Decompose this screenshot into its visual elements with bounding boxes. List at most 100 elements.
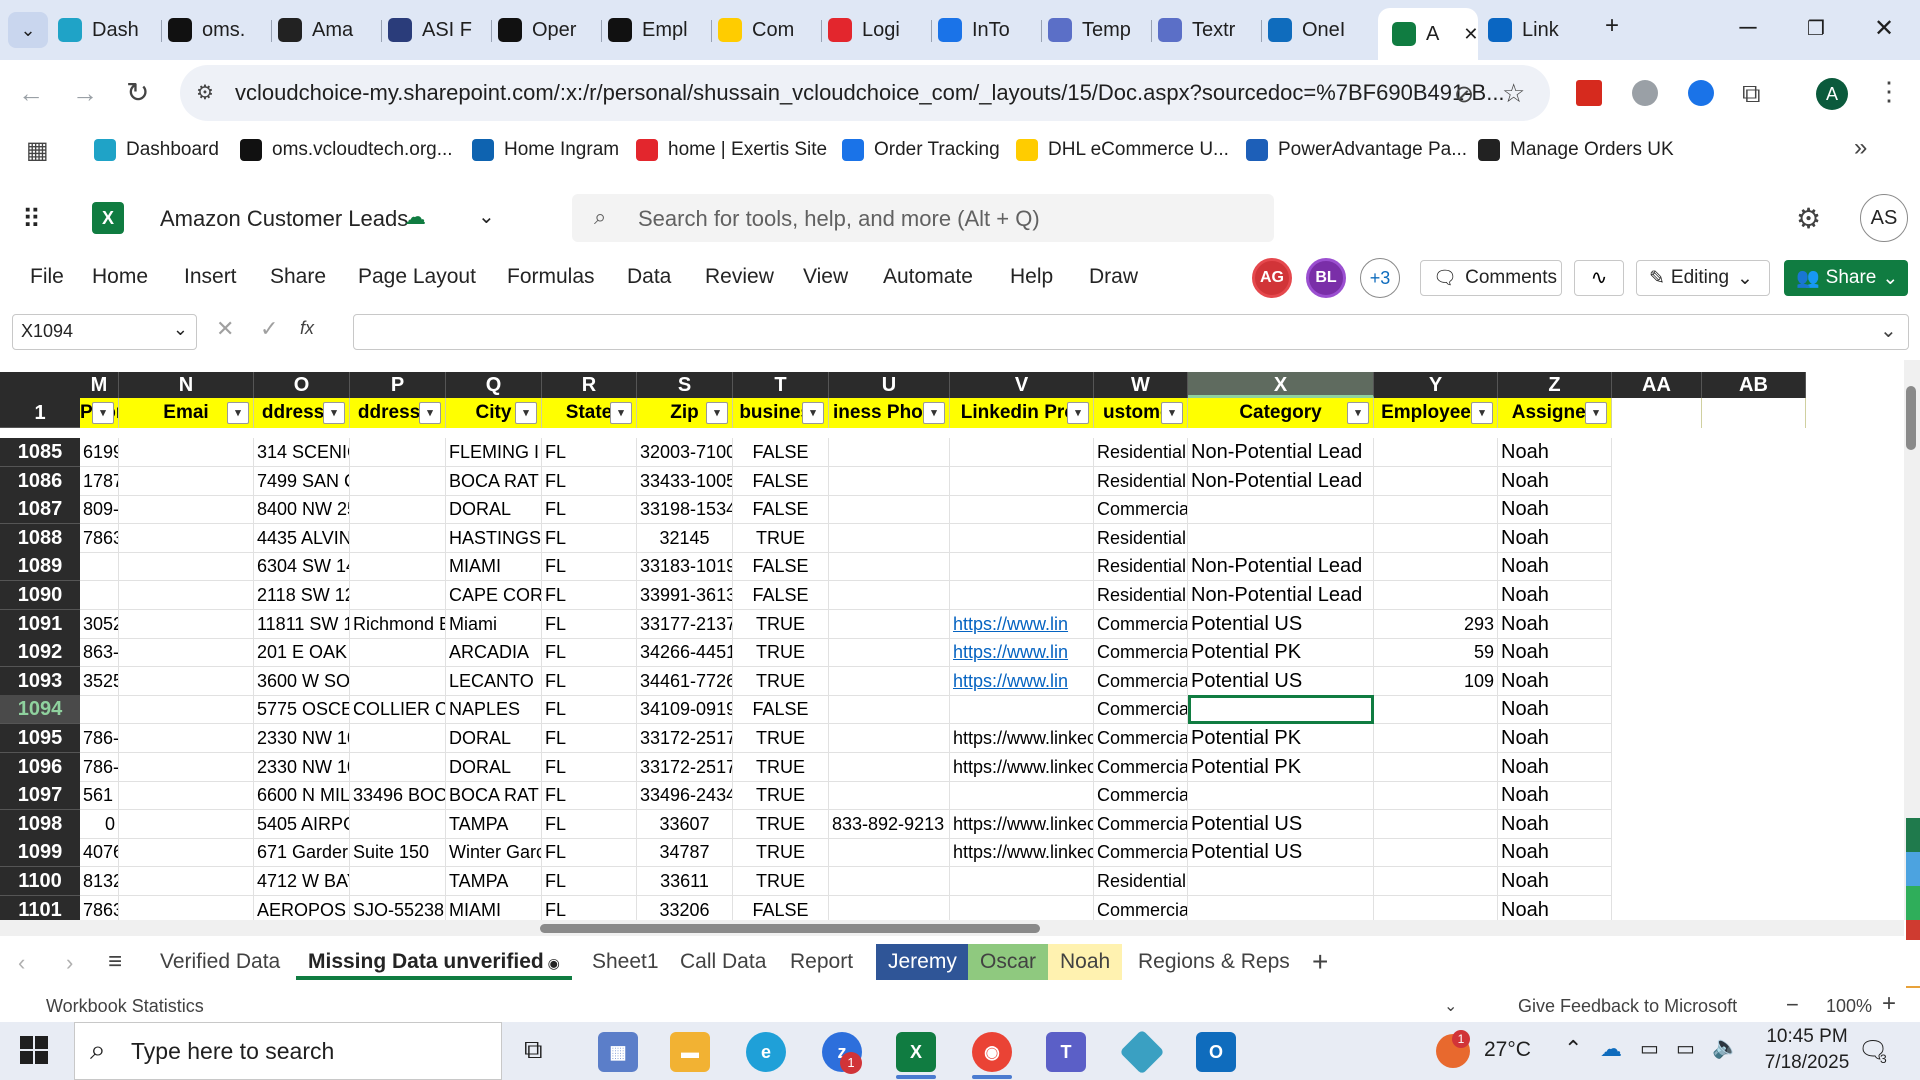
network-icon[interactable]: ▭ [1676,1036,1695,1061]
column-header-q[interactable]: Q [446,372,542,398]
browser-tab[interactable]: Temp [1048,10,1143,50]
grid-cell[interactable]: Residential [1094,581,1188,610]
ribbon-tab-file[interactable]: File [30,265,64,289]
filter-dropdown-icon[interactable]: ▾ [92,402,114,424]
grid-cell[interactable] [1374,753,1498,782]
chrome-icon[interactable]: ◉ [972,1032,1012,1072]
grid-cell[interactable] [350,867,446,896]
filter-header-cell[interactable] [1702,398,1806,428]
grid-cell[interactable]: 833-892-9213 [829,810,950,839]
grid-cell[interactable]: FALSE [733,552,829,581]
grid-cell[interactable]: FLEMING I [446,438,542,467]
close-tab-icon[interactable]: ✕ [1463,24,1478,45]
browser-tab[interactable]: OneI [1268,10,1363,50]
bookmark-item[interactable]: oms.vcloudtech.org... [240,135,453,165]
grid-cell[interactable]: Commercia [1094,838,1188,867]
sheet-tab[interactable]: Verified Data [148,944,292,980]
grid-cell[interactable] [950,438,1094,467]
grid-cell[interactable] [350,581,446,610]
file-explorer-icon[interactable]: ▬ [670,1032,710,1072]
bookmark-item[interactable]: Order Tracking [842,135,1000,165]
grid-cell[interactable] [829,467,950,496]
grid-cell[interactable] [350,724,446,753]
grid-cell[interactable] [119,695,254,724]
grid-cell[interactable] [1374,581,1498,610]
task-view-icon[interactable]: ⧉ [524,1034,543,1066]
extension-icon[interactable] [1688,80,1714,106]
filter-dropdown-icon[interactable]: ▾ [1161,402,1183,424]
grid-cell[interactable]: FL [542,724,637,753]
grid-cell[interactable]: DORAL [446,753,542,782]
grid-cell[interactable] [950,467,1094,496]
ribbon-tab-page-layout[interactable]: Page Layout [358,265,476,289]
filter-header-cell[interactable]: Emai ▾ [119,398,254,428]
grid-cell[interactable]: 2118 SW 12TH AVE [254,581,350,610]
grid-cell[interactable]: FL [542,438,637,467]
grid-cell[interactable] [119,867,254,896]
grid-cell[interactable] [829,724,950,753]
share-button[interactable]: 👥 Share ⌄ [1784,260,1908,296]
grid-cell[interactable] [119,838,254,867]
excel-logo-icon[interactable]: X [92,202,124,234]
filter-header-cell[interactable]: City ▾ [446,398,542,428]
app-launcher-icon[interactable]: ⠿ [22,204,41,235]
grid-cell[interactable]: Commercia [1094,610,1188,639]
grid-cell[interactable] [119,896,254,920]
grid-cell[interactable] [1374,467,1498,496]
ribbon-tab-formulas[interactable]: Formulas [507,265,595,289]
filter-dropdown-icon[interactable]: ▾ [1067,402,1089,424]
grid-cell[interactable] [829,838,950,867]
column-header-ab[interactable]: AB [1702,372,1806,398]
calculator-icon[interactable]: ▦ [598,1032,638,1072]
clock-date[interactable]: 7/18/2025 [1752,1052,1862,1074]
filter-dropdown-icon[interactable]: ▾ [923,402,945,424]
filter-dropdown-icon[interactable]: ▾ [802,402,824,424]
grid-cell[interactable]: https://www.lin [950,667,1094,696]
grid-cell[interactable]: FL [542,838,637,867]
browser-tab[interactable]: Link [1488,10,1583,50]
browser-tab[interactable]: ASI F [388,10,483,50]
grid-cell[interactable]: BOCA RAT [446,467,542,496]
grid-cell[interactable]: Commercial [1094,495,1188,524]
row-header[interactable]: 1096 [0,753,80,782]
grid-cell[interactable]: FL [542,467,637,496]
grid-cell[interactable] [829,781,950,810]
grid-cell[interactable] [950,581,1094,610]
teams-icon[interactable]: T [1046,1032,1086,1072]
grid-cell[interactable]: Commercial [1094,896,1188,920]
grid-cell[interactable] [950,867,1094,896]
grid-cell[interactable] [950,495,1094,524]
browser-tab[interactable]: Logi [828,10,923,50]
grid-cell[interactable]: Residential [1094,438,1188,467]
grid-cell[interactable] [950,552,1094,581]
column-header-x[interactable]: X [1188,372,1374,398]
grid-cell[interactable]: Noah [1498,495,1612,524]
browser-tab[interactable]: Dash [58,10,153,50]
grid-cell[interactable]: 863-993-4816 [80,638,119,667]
grid-cell[interactable]: Potential US [1188,610,1374,639]
grid-cell[interactable]: 7863854506 [80,524,119,553]
grid-cell[interactable]: FL [542,781,637,810]
grid-cell[interactable] [1374,810,1498,839]
grid-cell[interactable]: Non-Potential Lead [1188,467,1374,496]
bookmark-star-icon[interactable]: ☆ [1502,78,1525,109]
grid-cell[interactable] [829,867,950,896]
grid-cell[interactable] [350,753,446,782]
forward-button[interactable]: → [72,78,98,109]
site-info-icon[interactable]: ⚙ [196,80,214,105]
grid-cell[interactable]: FL [542,638,637,667]
grid-cell[interactable] [119,552,254,581]
filter-header-cell[interactable]: Category ▾ [1188,398,1374,428]
grid-cell[interactable]: Potential US [1188,810,1374,839]
grid-cell[interactable] [829,581,950,610]
more-collaborators[interactable]: +3 [1360,258,1400,298]
close-window-button[interactable]: ✕ [1856,8,1912,48]
filter-dropdown-icon[interactable]: ▾ [419,402,441,424]
grid-cell[interactable]: TRUE [733,524,829,553]
grid-cell[interactable]: AEROPOS [254,896,350,920]
minimize-button[interactable]: ─ [1720,8,1776,48]
restore-button[interactable]: ❐ [1788,8,1844,48]
browser-tab[interactable]: Ama [278,10,373,50]
sheet-tab[interactable]: Noah [1048,944,1123,980]
filter-header-cell[interactable]: State ▾ [542,398,637,428]
